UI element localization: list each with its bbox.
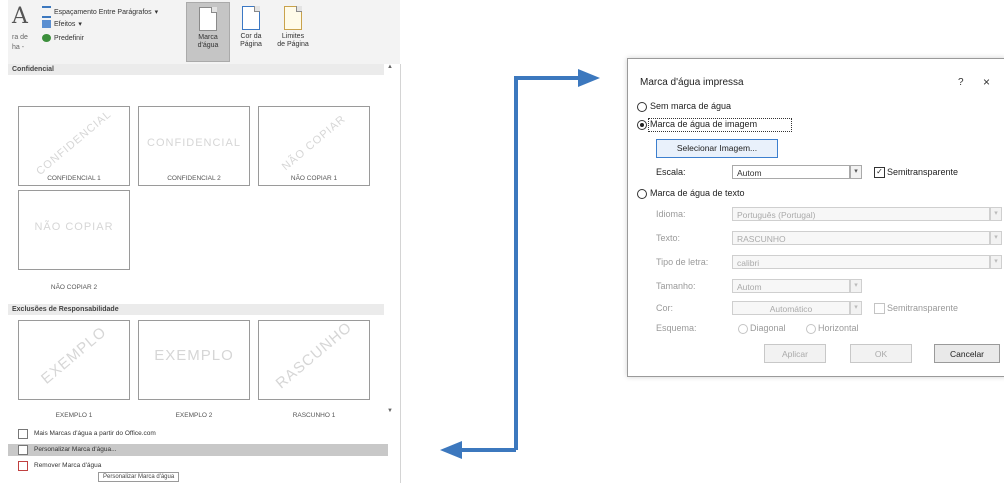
semitransparent-checkbox[interactable]: ✓ — [874, 167, 885, 178]
no-watermark-radio[interactable] — [637, 102, 647, 112]
text-watermark-radio[interactable] — [637, 189, 647, 199]
diagonal-radio[interactable] — [738, 324, 748, 334]
color-select[interactable]: Automático — [732, 301, 850, 315]
no-watermark-label: Sem marca de água — [650, 101, 732, 111]
size-select[interactable]: Autom — [732, 279, 850, 293]
semitransparent-text-checkbox[interactable] — [874, 303, 885, 314]
size-label: Tamanho: — [656, 281, 696, 291]
close-icon[interactable]: × — [983, 75, 990, 89]
chevron-down-icon[interactable]: ▾ — [990, 231, 1002, 245]
apply-button[interactable]: Aplicar — [764, 344, 826, 363]
font-label: Tipo de letra: — [656, 257, 709, 267]
semitransparent-label: Semitransparente — [887, 167, 959, 177]
picture-watermark-label: Marca de água de imagem — [650, 119, 758, 129]
arrow-line — [514, 76, 580, 450]
horizontal-radio[interactable] — [806, 324, 816, 334]
chevron-down-icon[interactable]: ▾ — [990, 255, 1002, 269]
ok-button[interactable]: OK — [850, 344, 912, 363]
font-select[interactable]: calibri — [732, 255, 990, 269]
text-label: Texto: — [656, 233, 681, 243]
dialog-title: Marca d'água impressa — [640, 77, 744, 88]
diagonal-label: Diagonal — [750, 323, 786, 333]
language-select[interactable]: Português (Portugal) — [732, 207, 990, 221]
printed-watermark-dialog: Marca d'água impressa ? × Sem marca de á… — [627, 58, 1004, 377]
scale-label: Escala: — [656, 167, 686, 177]
color-label: Cor: — [656, 303, 674, 313]
text-watermark-label: Marca de água de texto — [650, 188, 745, 198]
chevron-down-icon[interactable]: ▾ — [990, 207, 1002, 221]
chevron-down-icon[interactable]: ▾ — [850, 165, 862, 179]
semitransparent-text-label: Semitransparente — [887, 303, 959, 313]
arrow-head-left — [440, 441, 462, 459]
picture-watermark-radio[interactable] — [637, 120, 647, 130]
scale-select[interactable]: Autom — [732, 165, 850, 179]
layout-label: Esquema: — [656, 323, 697, 333]
arrow-head-right — [578, 69, 600, 87]
text-select[interactable]: RASCUNHO — [732, 231, 990, 245]
help-icon[interactable]: ? — [958, 77, 964, 88]
chevron-down-icon[interactable]: ▾ — [850, 301, 862, 315]
select-image-button[interactable]: Selecionar Imagem... — [656, 139, 778, 158]
cancel-button[interactable]: Cancelar — [934, 344, 1000, 363]
language-label: Idioma: — [656, 209, 686, 219]
chevron-down-icon[interactable]: ▾ — [850, 279, 862, 293]
horizontal-label: Horizontal — [818, 323, 859, 333]
